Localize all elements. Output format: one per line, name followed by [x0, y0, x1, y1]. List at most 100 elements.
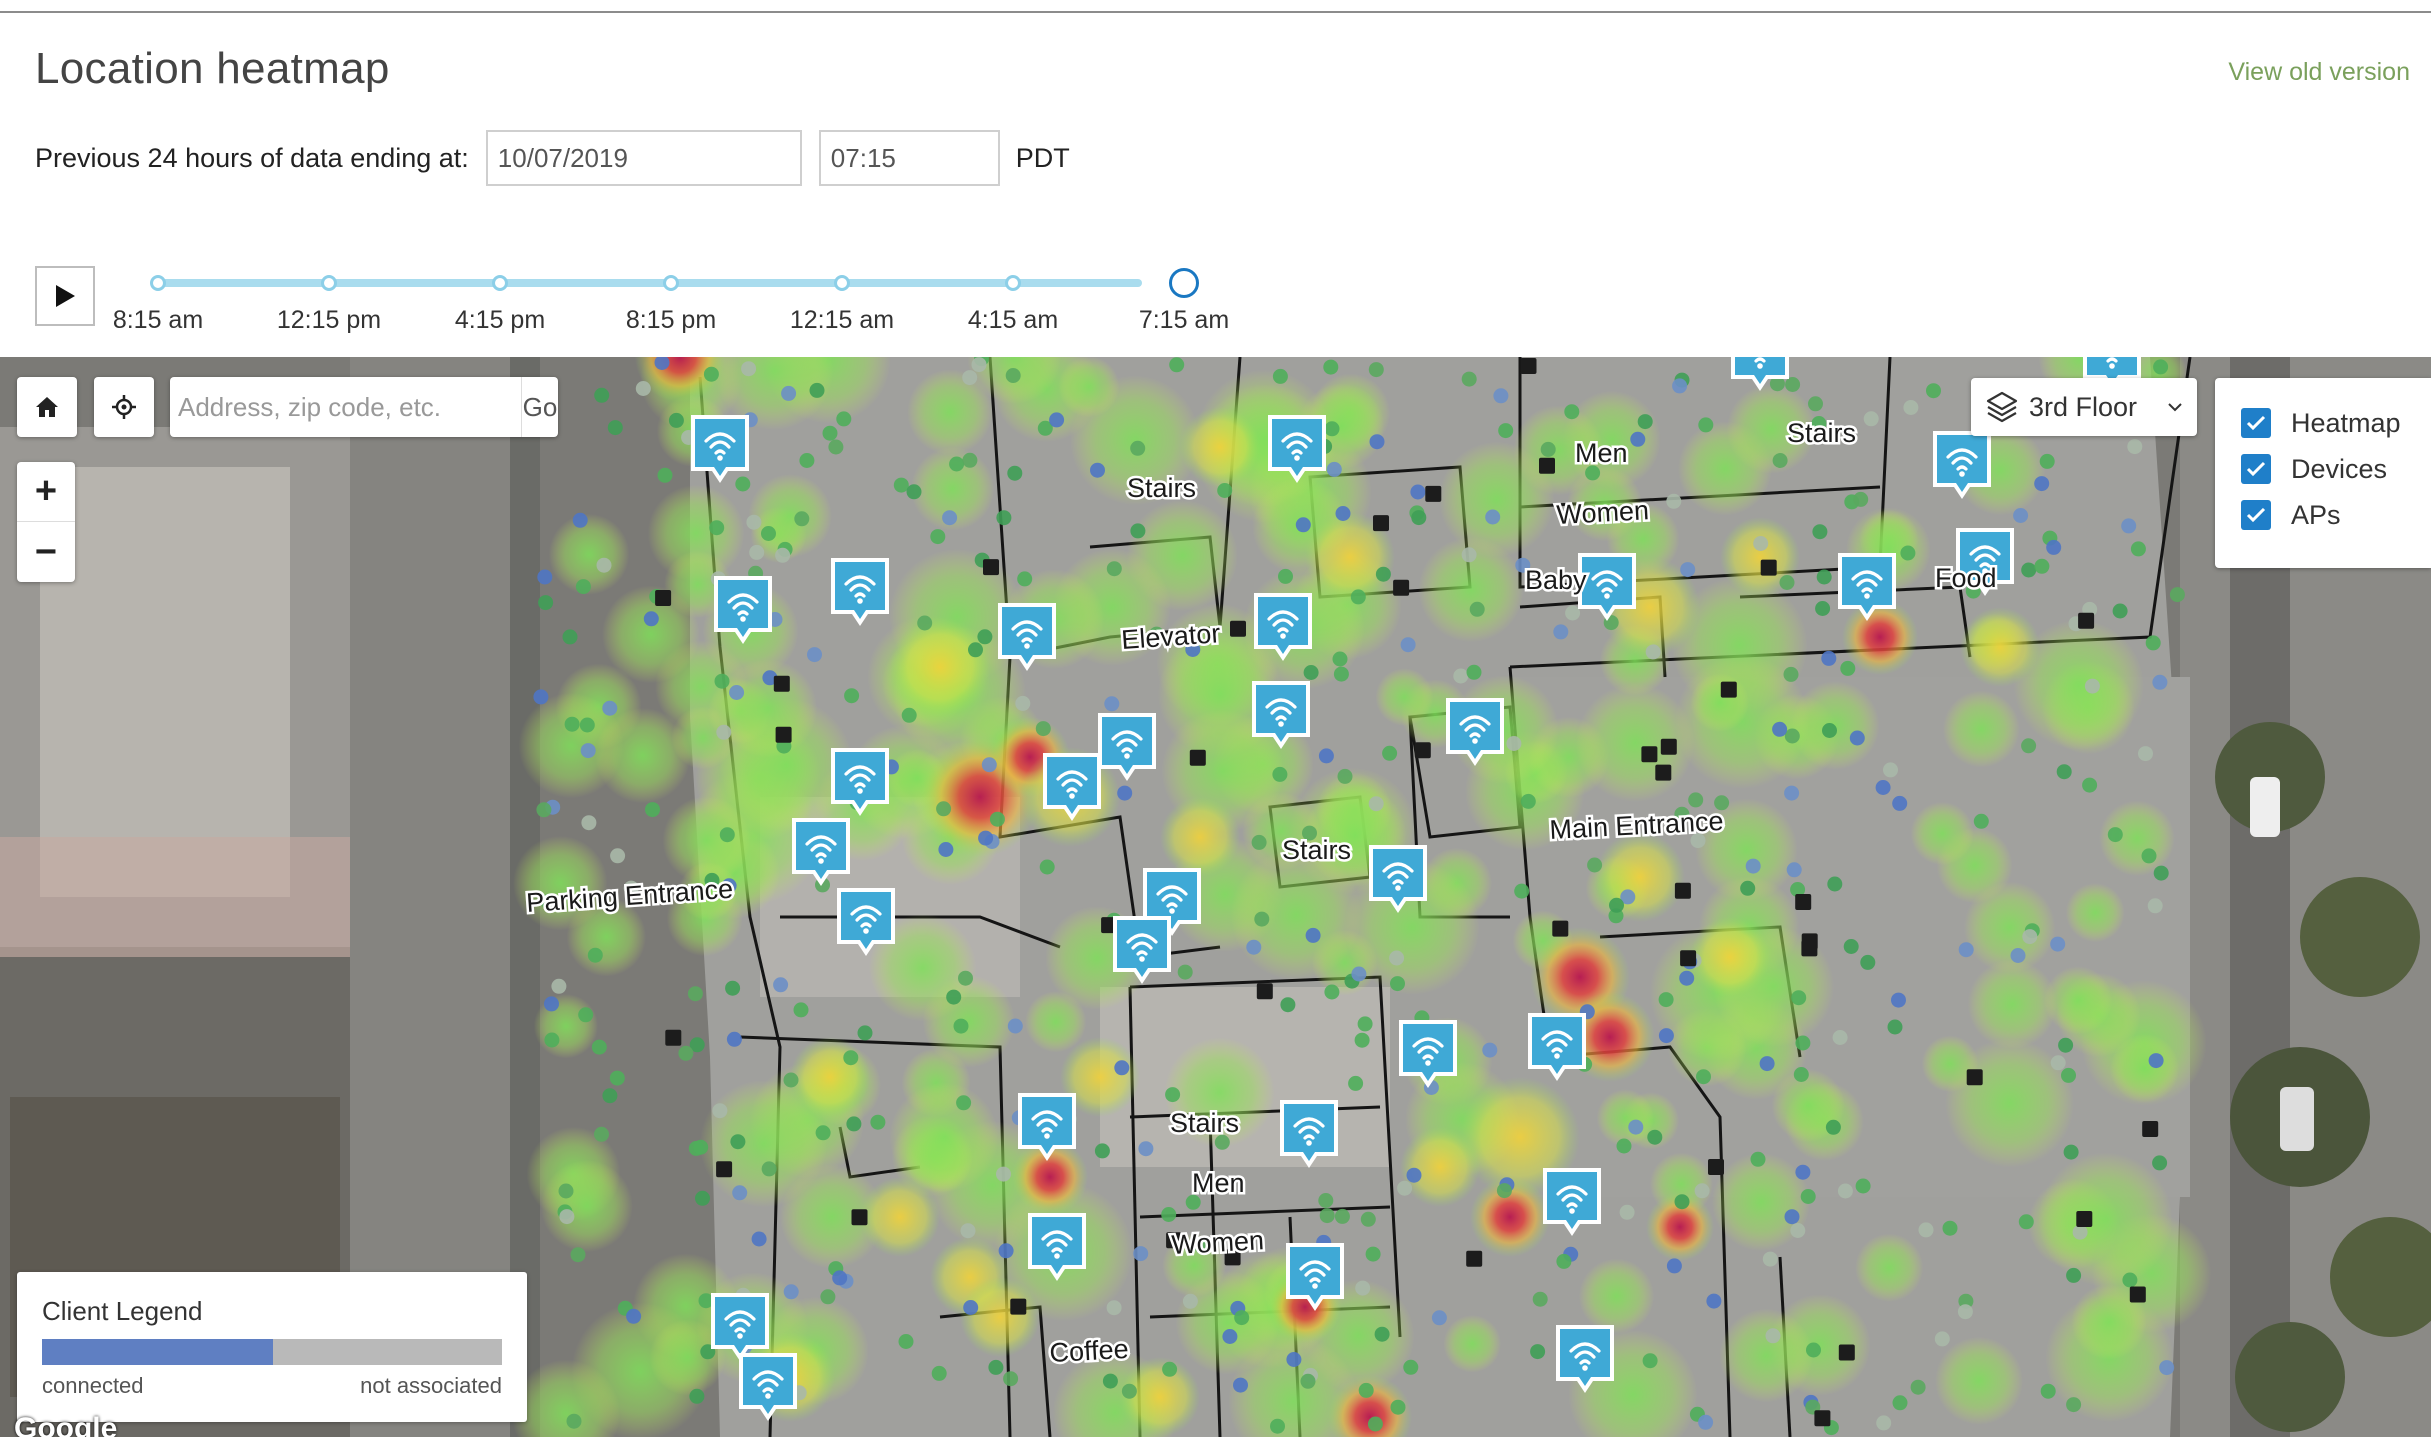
device-dot[interactable]	[960, 1223, 976, 1239]
device-dot[interactable]	[1762, 1251, 1778, 1267]
device-dot[interactable]	[1875, 780, 1891, 795]
device-dot[interactable]	[1892, 1395, 1908, 1411]
device-marker[interactable]	[1966, 1069, 1983, 1086]
device-dot[interactable]	[906, 484, 922, 500]
device-dot[interactable]	[1357, 1016, 1373, 1032]
device-dot[interactable]	[843, 1050, 859, 1066]
device-dot[interactable]	[1609, 897, 1624, 913]
device-dot[interactable]	[1821, 650, 1837, 666]
device-dot[interactable]	[1745, 858, 1761, 874]
device-dot[interactable]	[726, 1031, 742, 1047]
device-dot[interactable]	[558, 1183, 574, 1199]
device-marker[interactable]	[1708, 1159, 1724, 1175]
device-dot[interactable]	[2159, 1360, 2175, 1376]
device-dot[interactable]	[1619, 1204, 1635, 1220]
device-dot[interactable]	[1688, 792, 1704, 808]
locate-button[interactable]	[94, 377, 154, 437]
device-dot[interactable]	[1015, 695, 1031, 711]
device-dot[interactable]	[1400, 637, 1416, 653]
device-dot[interactable]	[1672, 378, 1688, 394]
device-dot[interactable]	[537, 569, 553, 585]
device-dot[interactable]	[2013, 508, 2029, 523]
device-marker[interactable]	[1680, 950, 1697, 967]
device-dot[interactable]	[1957, 1304, 1973, 1320]
device-dot[interactable]	[1121, 1383, 1137, 1399]
go-button[interactable]: Go	[521, 377, 558, 437]
device-dot[interactable]	[1837, 1183, 1853, 1199]
device-dot[interactable]	[1520, 793, 1536, 809]
device-dot[interactable]	[1305, 927, 1321, 943]
device-dot[interactable]	[564, 716, 580, 732]
device-marker[interactable]	[1373, 515, 1389, 532]
play-button[interactable]	[35, 266, 95, 326]
time-slider[interactable]: 8:15 am 12:15 pm 4:15 pm 8:15 pm 12:15 am 4:1…	[100, 262, 1229, 334]
device-dot[interactable]	[761, 526, 776, 541]
slider-tick[interactable]	[492, 275, 508, 291]
slider-tick[interactable]	[150, 275, 166, 291]
device-dot[interactable]	[572, 512, 588, 528]
device-dot[interactable]	[2152, 674, 2168, 690]
device-dot[interactable]	[1233, 1377, 1248, 1393]
device-dot[interactable]	[1007, 465, 1023, 481]
device-dot[interactable]	[1007, 1018, 1023, 1034]
device-dot[interactable]	[1130, 523, 1146, 539]
device-dot[interactable]	[1368, 362, 1384, 378]
device-dot[interactable]	[1832, 1030, 1848, 1045]
device-dot[interactable]	[591, 1039, 607, 1055]
device-dot[interactable]	[1367, 1416, 1383, 1432]
device-dot[interactable]	[657, 467, 673, 483]
device-dot[interactable]	[1816, 569, 1832, 585]
device-dot[interactable]	[594, 1126, 609, 1142]
device-marker[interactable]	[851, 1209, 868, 1226]
device-marker[interactable]	[1641, 746, 1658, 763]
device-dot[interactable]	[1853, 491, 1869, 507]
device-dot[interactable]	[1323, 359, 1339, 375]
device-dot[interactable]	[936, 801, 952, 817]
device-dot[interactable]	[846, 1116, 862, 1132]
device-dot[interactable]	[695, 1190, 710, 1206]
device-dot[interactable]	[579, 717, 595, 733]
device-dot[interactable]	[709, 520, 725, 536]
device-dot[interactable]	[1694, 1183, 1710, 1199]
device-dot[interactable]	[1740, 880, 1756, 896]
device-marker[interactable]	[716, 1161, 733, 1178]
device-dot[interactable]	[1461, 547, 1477, 563]
device-dot[interactable]	[587, 947, 603, 963]
device-dot[interactable]	[956, 1095, 972, 1111]
device-dot[interactable]	[1138, 1141, 1154, 1157]
device-dot[interactable]	[719, 827, 735, 843]
device-dot[interactable]	[942, 510, 958, 526]
device-dot[interactable]	[1389, 950, 1405, 966]
device-marker[interactable]	[1760, 559, 1777, 576]
device-dot[interactable]	[712, 1103, 728, 1119]
device-marker[interactable]	[1795, 894, 1812, 910]
device-dot[interactable]	[1335, 506, 1351, 521]
device-marker[interactable]	[1674, 882, 1691, 899]
device-dot[interactable]	[807, 647, 822, 663]
device-marker[interactable]	[983, 559, 999, 576]
device-dot[interactable]	[1397, 1180, 1413, 1196]
device-dot[interactable]	[1390, 1399, 1406, 1415]
device-dot[interactable]	[1800, 1189, 1816, 1204]
device-dot[interactable]	[1165, 1087, 1181, 1103]
device-dot[interactable]	[2082, 777, 2098, 793]
device-dot[interactable]	[1133, 1246, 1149, 1262]
device-dot[interactable]	[775, 547, 791, 563]
device-dot[interactable]	[1783, 666, 1799, 682]
device-dot[interactable]	[689, 1388, 705, 1404]
device-dot[interactable]	[930, 529, 946, 545]
device-dot[interactable]	[1849, 730, 1865, 746]
device-dot[interactable]	[2148, 1053, 2164, 1069]
device-dot[interactable]	[749, 544, 765, 560]
device-dot[interactable]	[1791, 990, 1807, 1006]
device-dot[interactable]	[1114, 1060, 1130, 1076]
device-dot[interactable]	[1887, 1019, 1903, 1035]
device-dot[interactable]	[1790, 1223, 1806, 1238]
device-marker[interactable]	[2129, 1286, 2146, 1303]
device-dot[interactable]	[562, 629, 578, 645]
device-dot[interactable]	[2112, 603, 2128, 619]
device-dot[interactable]	[832, 1270, 848, 1286]
device-dot[interactable]	[1303, 665, 1319, 680]
device-dot[interactable]	[1784, 785, 1800, 801]
device-dot[interactable]	[2010, 948, 2026, 963]
